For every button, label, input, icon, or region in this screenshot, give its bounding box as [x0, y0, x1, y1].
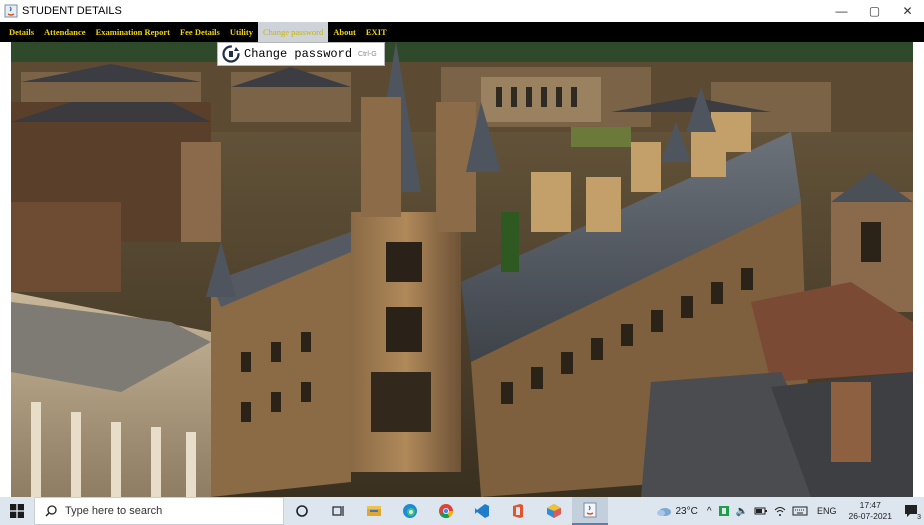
menu-fee-details[interactable]: Fee Details — [175, 22, 225, 42]
window-titlebar: STUDENT DETAILS — ▢ ✕ — [0, 0, 924, 22]
cloud-weather-icon — [656, 508, 671, 516]
office-button[interactable] — [500, 497, 536, 525]
security-shield-icon[interactable] — [718, 505, 730, 517]
notification-count: 3 — [917, 514, 921, 521]
java-app-icon — [4, 4, 18, 18]
edge-icon — [403, 504, 417, 518]
java-app-taskbar-button[interactable] — [572, 497, 608, 525]
file-explorer-button[interactable] — [356, 497, 392, 525]
menu-utility[interactable]: Utility — [225, 22, 258, 42]
menubar: Details Attendance Examination Report Fe… — [0, 22, 924, 42]
app-cube-button[interactable] — [536, 497, 572, 525]
chrome-icon — [439, 504, 454, 519]
task-view-icon — [332, 506, 344, 516]
menu-change-password[interactable]: Change password — [258, 22, 329, 42]
vscode-button[interactable] — [464, 497, 500, 525]
clock-date: 26-07-2021 — [848, 511, 892, 521]
windows-taskbar: Type here to search 23°C ^ 🔈 ENG 17:47 2… — [0, 497, 924, 525]
maximize-button[interactable]: ▢ — [858, 0, 891, 22]
chevron-up-icon[interactable]: ^ — [707, 506, 712, 517]
clock[interactable]: 17:47 26-07-2021 — [849, 500, 892, 522]
taskbar-search-box[interactable]: Type here to search — [34, 497, 284, 525]
app-cube-icon — [547, 504, 561, 518]
notification-center-button[interactable]: 3 — [898, 497, 924, 525]
dropdown-item-change-password[interactable]: Change password Ctrl-G — [222, 45, 377, 63]
java-app-icon — [583, 502, 597, 518]
menu-exit[interactable]: EXIT — [361, 22, 392, 42]
menu-about[interactable]: About — [328, 22, 361, 42]
college-background-image — [11, 42, 913, 497]
cortana-icon — [296, 505, 308, 517]
start-button[interactable] — [0, 497, 34, 525]
clock-time: 17:47 — [859, 500, 881, 510]
battery-icon[interactable] — [754, 506, 768, 516]
notification-icon — [905, 505, 917, 517]
dropdown-item-label: Change password — [244, 47, 353, 61]
volume-icon[interactable]: 🔈 — [736, 506, 748, 517]
minimize-button[interactable]: — — [825, 0, 858, 22]
close-button[interactable]: ✕ — [891, 0, 924, 22]
language-indicator[interactable]: ENG — [817, 506, 837, 516]
search-icon — [45, 505, 57, 517]
vscode-icon — [475, 504, 489, 518]
office-icon — [513, 504, 523, 518]
dropdown-item-shortcut: Ctrl-G — [358, 50, 377, 58]
change-password-dropdown: Change password Ctrl-G — [217, 42, 385, 66]
window-title: STUDENT DETAILS — [22, 5, 122, 17]
search-placeholder: Type here to search — [65, 505, 163, 517]
refresh-key-icon — [222, 45, 240, 63]
chrome-button[interactable] — [428, 497, 464, 525]
file-explorer-icon — [367, 506, 381, 516]
menu-attendance[interactable]: Attendance — [39, 22, 91, 42]
menu-examination-report[interactable]: Examination Report — [91, 22, 175, 42]
cortana-button[interactable] — [284, 497, 320, 525]
weather-temperature[interactable]: 23°C — [676, 506, 698, 517]
task-view-button[interactable] — [320, 497, 356, 525]
keyboard-icon[interactable] — [792, 506, 808, 516]
system-tray: 23°C ^ 🔈 ENG 17:47 26-07-2021 3 — [656, 497, 924, 525]
windows-start-icon — [10, 504, 24, 518]
menu-details[interactable]: Details — [4, 22, 39, 42]
edge-button[interactable] — [392, 497, 428, 525]
wifi-icon[interactable] — [774, 505, 786, 517]
